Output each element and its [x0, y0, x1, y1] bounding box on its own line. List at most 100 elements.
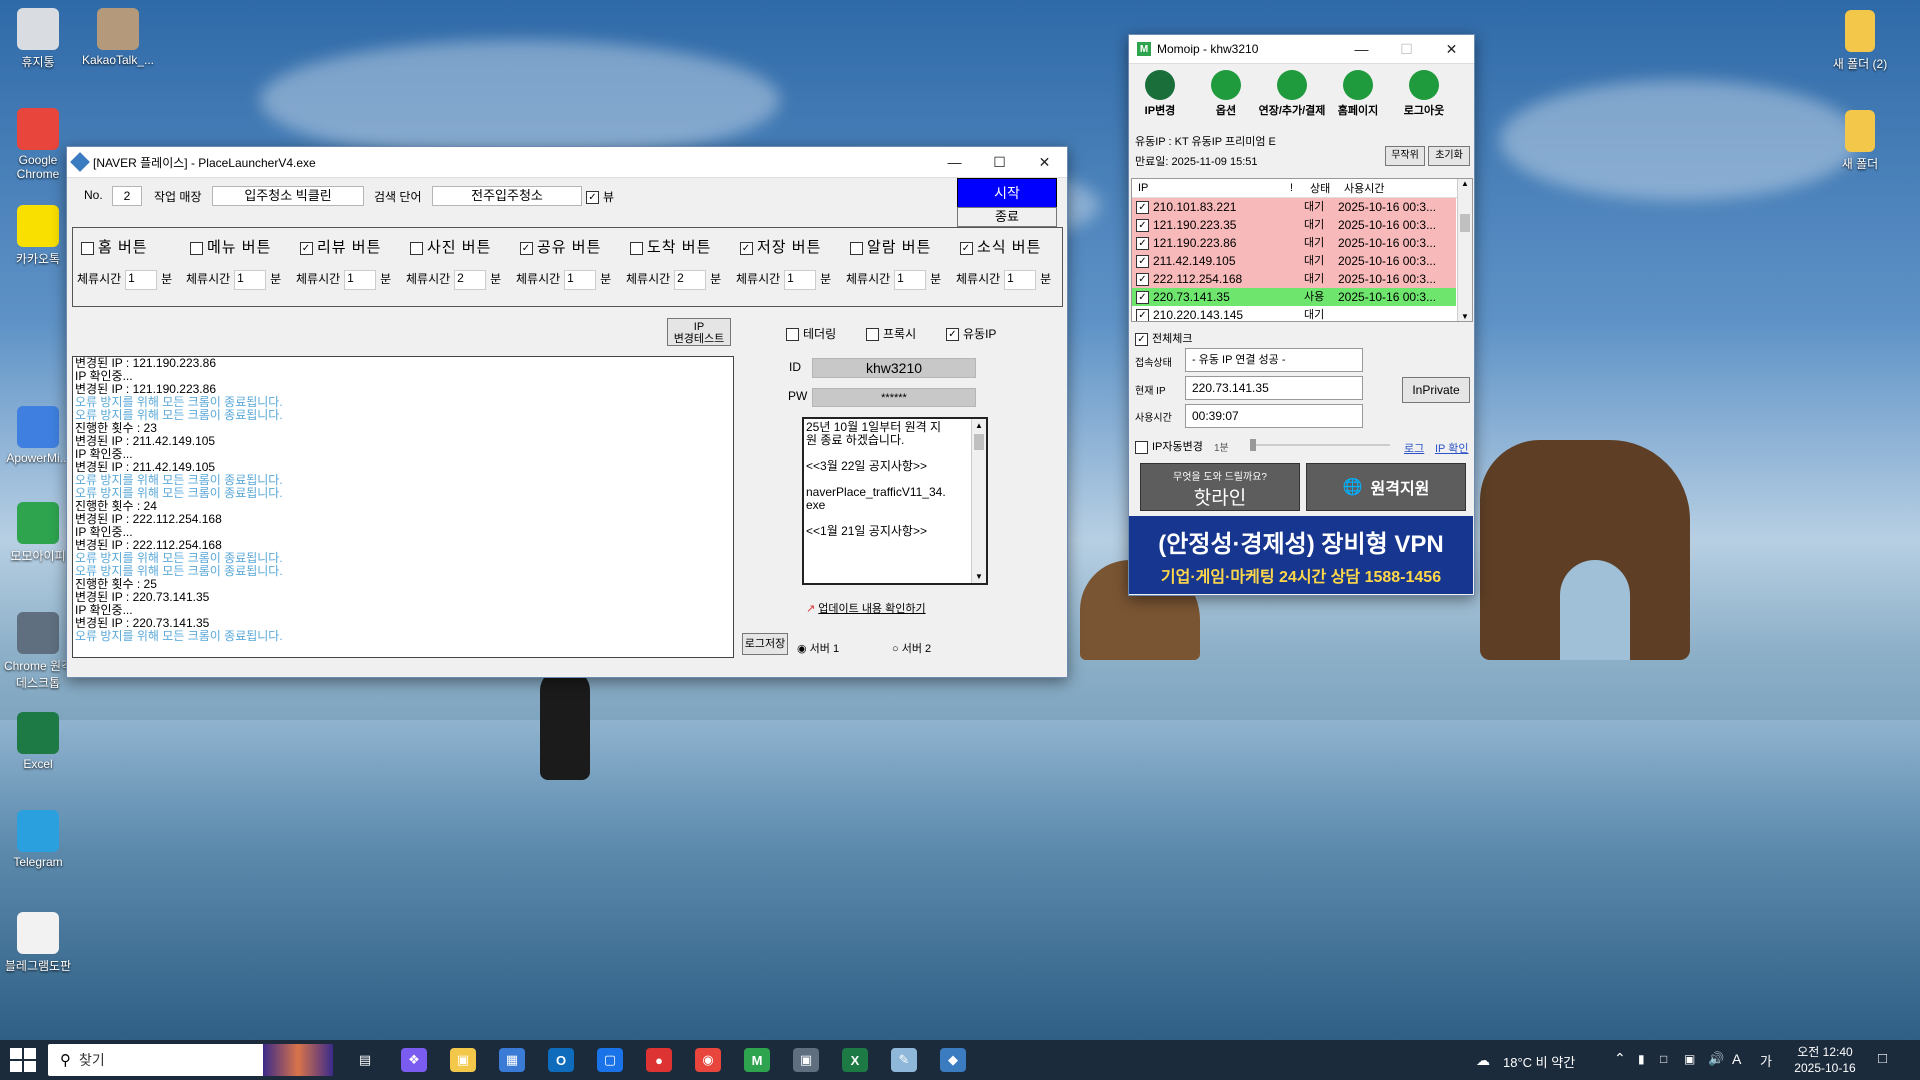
toolbar-button[interactable]: 연장/추가/결제 [1256, 70, 1328, 118]
id-input[interactable]: khw3210 [812, 358, 976, 378]
tethering-checkbox[interactable]: 테더링 [786, 325, 836, 342]
row-check-icon[interactable]: ✓ [1136, 218, 1149, 232]
proxy-checkbox[interactable]: 프록시 [866, 325, 916, 342]
button-group-checkbox[interactable]: 메뉴 버튼 [190, 236, 271, 257]
notice-scrollbar[interactable]: ▲ ▼ [971, 419, 986, 583]
outlook-icon[interactable]: O [548, 1048, 574, 1072]
chrome-taskbar-icon[interactable]: ◉ [695, 1048, 721, 1072]
start-button[interactable]: 시작 [957, 178, 1057, 208]
row-check-icon[interactable]: ✓ [1136, 308, 1149, 321]
stay-input[interactable]: 2 [674, 270, 707, 290]
scroll-thumb[interactable] [1460, 214, 1470, 232]
toolbar-button[interactable]: 옵션 [1190, 70, 1262, 118]
tray-language[interactable]: 가 [1760, 1051, 1772, 1070]
button-group-checkbox[interactable]: 사진 버튼 [410, 236, 491, 257]
copilot-icon[interactable]: ❖ [401, 1048, 427, 1072]
desktop-icon[interactable]: 카카오톡 [0, 205, 76, 267]
scroll-down-icon[interactable]: ▼ [1458, 312, 1472, 321]
stay-input[interactable]: 1 [564, 270, 597, 290]
weather-icon[interactable]: ☁ [1476, 1052, 1490, 1069]
tray-ime-mode[interactable]: A [1732, 1051, 1741, 1067]
toolbar-button[interactable]: 로그아웃 [1388, 70, 1460, 118]
server1-radio[interactable]: ◉ 서버 1 [797, 640, 839, 656]
toolbar-button[interactable]: 홈페이지 [1322, 70, 1394, 118]
desktop-icon[interactable]: Telegram [0, 810, 76, 869]
ip-row[interactable]: ✓ 222.112.254.168 대기 2025-10-16 00:3... [1132, 270, 1472, 288]
button-group-checkbox[interactable]: 알람 버튼 [850, 236, 931, 257]
hotline-button[interactable]: 무엇을 도와 드릴까요? 핫라인 [1140, 463, 1300, 511]
stay-input[interactable]: 1 [894, 270, 927, 290]
tray-volume-icon[interactable]: 🔊 [1708, 1051, 1724, 1067]
ip-row[interactable]: ✓ 211.42.149.105 대기 2025-10-16 00:3... [1132, 252, 1472, 270]
maximize-button[interactable]: ☐ [977, 147, 1022, 177]
tray-network-icon[interactable]: □ [1660, 1052, 1667, 1066]
ip-row[interactable]: ✓ 121.190.223.35 대기 2025-10-16 00:3... [1132, 216, 1472, 234]
stay-input[interactable]: 1 [784, 270, 817, 290]
task-view-icon[interactable]: ▤ [352, 1048, 378, 1072]
desktop-icon[interactable]: 휴지통 [0, 8, 76, 70]
scroll-down-icon[interactable]: ▼ [972, 570, 986, 583]
log-link[interactable]: 로그 [1404, 440, 1424, 456]
update-link[interactable]: ↗ 업데이트 내용 확인하기 [806, 600, 926, 616]
log-output[interactable]: 변경된 IP : 121.190.223.86 IP 확인중... 변경된 IP :… [72, 356, 734, 658]
stay-input[interactable]: 1 [1004, 270, 1037, 290]
tray-battery-icon[interactable]: ▮ [1638, 1052, 1645, 1066]
momoip-maximize-button[interactable]: ☐ [1384, 34, 1429, 64]
mail-icon[interactable]: ▢ [597, 1048, 623, 1072]
random-button[interactable]: 무작위 [1385, 146, 1425, 166]
keyword-input[interactable]: 전주입주청소 [432, 186, 582, 206]
desktop-icon[interactable]: Google Chrome [0, 108, 76, 181]
server2-radio[interactable]: ○ 서버 2 [892, 640, 931, 656]
ip-row[interactable]: ✓ 220.73.141.35 사용 2025-10-16 00:3... [1132, 288, 1472, 306]
row-check-icon[interactable]: ✓ [1136, 200, 1149, 214]
desktop-icon[interactable]: 모모아이피 [0, 502, 76, 564]
row-check-icon[interactable]: ✓ [1136, 272, 1149, 286]
vpn-ad-banner[interactable]: (안정성·경제성) 장비형 VPN 기업·게임·마케팅 24시간 상담 1588… [1129, 516, 1473, 594]
stay-input[interactable]: 1 [125, 270, 158, 290]
stop-button[interactable]: 종료 [957, 207, 1057, 227]
reset-button[interactable]: 초기화 [1428, 146, 1470, 166]
inprivate-button[interactable]: InPrivate [1402, 377, 1470, 403]
momoip-close-button[interactable]: ✕ [1429, 34, 1474, 64]
row-check-icon[interactable]: ✓ [1136, 254, 1149, 268]
button-group-checkbox[interactable]: 홈 버튼 [81, 236, 148, 257]
auto-change-slider[interactable] [1250, 439, 1390, 451]
ip-row[interactable]: ✓ 210.101.83.221 대기 2025-10-16 00:3... [1132, 198, 1472, 216]
ip-row[interactable]: ✓ 121.190.223.86 대기 2025-10-16 00:3... [1132, 234, 1472, 252]
ip-row[interactable]: ✓ 210.220.143.145 대기 [1132, 306, 1472, 321]
paid-ip-checkbox[interactable]: ✓ 유동IP [946, 325, 996, 342]
view-checkbox[interactable]: ✓ 뷰 [586, 188, 614, 205]
store-input[interactable]: 입주청소 빅클린 [212, 186, 364, 206]
stay-input[interactable]: 1 [234, 270, 267, 290]
button-group-checkbox[interactable]: ✓ 공유 버튼 [520, 236, 601, 257]
check-all-checkbox[interactable]: ✓ 전체체크 [1135, 330, 1192, 346]
desktop-icon[interactable]: 블레그램도판 [0, 912, 76, 974]
auto-change-checkbox[interactable]: IP자동변경 [1135, 438, 1203, 454]
no-input[interactable]: 2 [112, 186, 142, 206]
recorder-icon[interactable]: ● [646, 1048, 672, 1072]
remote-desktop-icon[interactable]: ▣ [793, 1048, 819, 1072]
ip-check-link[interactable]: IP 확인 [1435, 440, 1469, 456]
clock[interactable]: 오전 12:40 2025-10-16 [1790, 1044, 1860, 1076]
scroll-up-icon[interactable]: ▲ [972, 419, 986, 432]
toolbar-button[interactable]: IP변경 [1124, 70, 1196, 118]
launcher-taskbar-icon[interactable]: ◆ [940, 1048, 966, 1072]
momoip-taskbar-icon[interactable]: M [744, 1048, 770, 1072]
tray-chevron-icon[interactable]: ⌃ [1614, 1050, 1626, 1067]
stay-input[interactable]: 2 [454, 270, 487, 290]
taskbar-search[interactable]: ⚲ 찾기 [48, 1044, 333, 1076]
scroll-thumb[interactable] [974, 434, 984, 450]
start-button[interactable] [10, 1048, 36, 1072]
desktop-icon[interactable]: 새 폴더 (2) [1822, 10, 1898, 72]
excel-taskbar-icon[interactable]: X [842, 1048, 868, 1072]
button-group-checkbox[interactable]: ✓ 리뷰 버튼 [300, 236, 381, 257]
ip-table-scrollbar[interactable]: ▲ ▼ [1457, 179, 1472, 321]
slider-thumb[interactable] [1250, 439, 1256, 451]
file-explorer-icon[interactable]: ▣ [450, 1048, 476, 1072]
desktop-icon[interactable]: Excel [0, 712, 76, 771]
weather-text[interactable]: 18°C 비 약간 [1503, 1052, 1575, 1071]
desktop-icon[interactable]: 새 폴더 [1822, 110, 1898, 172]
scroll-up-icon[interactable]: ▲ [1458, 179, 1472, 188]
log-save-button[interactable]: 로그저장 [742, 633, 788, 655]
stay-input[interactable]: 1 [344, 270, 377, 290]
